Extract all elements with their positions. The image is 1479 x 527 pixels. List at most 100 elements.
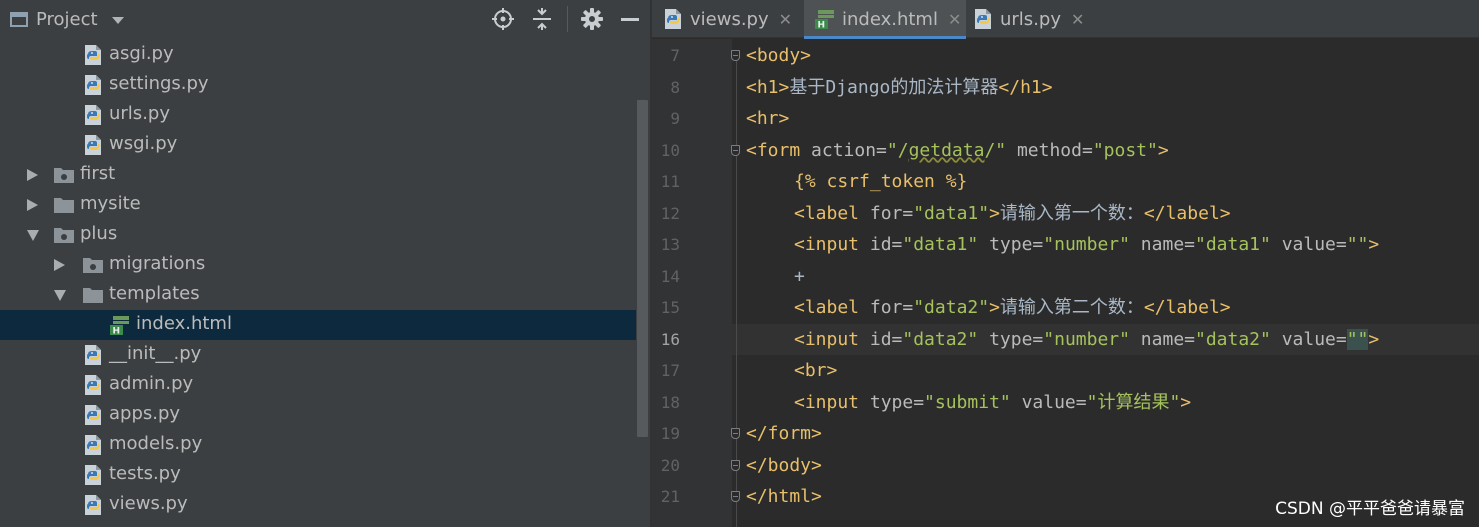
close-icon[interactable]: ✕ <box>1071 10 1084 29</box>
tree-item[interactable]: views.py <box>0 490 636 520</box>
python-file-icon <box>82 434 104 456</box>
code-token: <input <box>794 328 870 350</box>
line-number: 14 <box>660 266 680 286</box>
code-token: </label> <box>1143 202 1231 224</box>
line-number: 12 <box>660 203 680 223</box>
code-line[interactable]: </form> <box>746 418 822 449</box>
tab-urls-py[interactable]: urls.py ✕ <box>972 0 1088 38</box>
code-token: method= <box>1006 139 1093 161</box>
code-token: value= <box>1270 234 1347 255</box>
code-line[interactable]: </html> <box>746 481 822 512</box>
tree-item[interactable]: admin.py <box>0 370 636 400</box>
python-file-icon <box>82 134 104 156</box>
code-token: </html> <box>746 486 822 507</box>
code-token: "data2" <box>913 297 990 318</box>
code-token: "number" <box>1043 234 1130 255</box>
code-line[interactable]: <hr> <box>746 103 789 134</box>
code-token: action= <box>811 139 887 161</box>
code-line[interactable]: <input id="data2" type="number" name="da… <box>794 324 1379 355</box>
close-icon[interactable]: ✕ <box>948 10 961 29</box>
python-file-icon <box>82 344 104 366</box>
code-line[interactable]: <body> <box>746 40 811 71</box>
chevron-down-icon[interactable] <box>111 16 124 24</box>
watermark: CSDN @平平爸爸请暴富 <box>1275 499 1465 519</box>
fold-icon[interactable] <box>731 144 740 156</box>
code-token: type= <box>978 328 1044 350</box>
code-line[interactable]: <label for="data2">请输入第二个数：</label> <box>794 292 1231 323</box>
tree-item[interactable]: settings.py <box>0 70 636 100</box>
code-token: <hr> <box>746 108 790 129</box>
line-number: 10 <box>660 140 680 160</box>
code-token: value= <box>1010 391 1087 413</box>
tree-item[interactable]: mysite <box>0 190 636 220</box>
tree-item[interactable]: apps.py <box>0 400 636 430</box>
line-number: 11 <box>660 172 680 191</box>
tree-item-label: first <box>80 163 116 184</box>
code-line[interactable]: <label for="data1">请输入第一个数：</label> <box>794 198 1231 229</box>
tree-item[interactable]: tests.py <box>0 460 636 490</box>
code-line[interactable]: {% csrf_token %} <box>794 166 967 197</box>
python-file-icon <box>82 404 104 426</box>
code-token: "data1" <box>1195 234 1271 255</box>
code-token: <input <box>794 391 870 413</box>
code-line[interactable]: <br> <box>794 355 837 386</box>
tree-item-label: asgi.py <box>109 43 174 64</box>
tab-bar: views.py ✕ Hindex.html ✕ urls.py ✕ <box>652 0 1479 39</box>
code-token: 请输入第二个数： <box>999 297 1144 318</box>
crosshair-icon[interactable] <box>492 8 514 30</box>
code-token: /" <box>984 139 1007 161</box>
tree-item[interactable]: Hindex.html <box>0 310 636 340</box>
minimize-icon[interactable] <box>619 8 641 30</box>
line-number: 20 <box>660 455 680 475</box>
tree-item[interactable]: plus <box>0 220 636 250</box>
tree-item[interactable]: models.py <box>0 430 636 460</box>
code-line[interactable]: <input type="submit" value="计算结果"> <box>794 387 1191 418</box>
tree-item[interactable]: templates <box>0 280 636 310</box>
code-token: </label> <box>1143 297 1231 318</box>
tree-item[interactable]: asgi.py <box>0 40 636 70</box>
python-file-icon <box>82 464 104 486</box>
code-token: "计算结果" <box>1086 391 1181 413</box>
line-number: 16 <box>660 329 680 349</box>
tab-views-py[interactable]: views.py ✕ <box>662 0 802 38</box>
fold-icon[interactable] <box>731 459 740 471</box>
collapse-all-icon[interactable] <box>531 8 553 30</box>
tree-item-label: settings.py <box>109 73 209 94</box>
code-line[interactable]: <input id="data1" type="number" name="da… <box>794 229 1379 260</box>
tree-item-label: models.py <box>109 433 203 454</box>
tree-item[interactable]: wsgi.py <box>0 130 636 160</box>
chevron-down-icon[interactable] <box>54 290 66 301</box>
package-folder-icon <box>53 164 75 186</box>
line-number: 13 <box>660 235 680 254</box>
fold-icon[interactable] <box>731 491 740 502</box>
tree-item[interactable]: first <box>0 160 636 190</box>
code-token: <h1> <box>746 76 790 98</box>
chevron-down-icon[interactable] <box>27 230 39 241</box>
code-line[interactable]: </body> <box>746 450 822 481</box>
chevron-right-icon[interactable] <box>27 169 38 181</box>
python-file-icon <box>662 8 684 30</box>
line-number: 19 <box>660 424 680 443</box>
tree-item[interactable]: migrations <box>0 250 636 280</box>
tab-index-html[interactable]: Hindex.html ✕ <box>804 0 966 39</box>
code-line[interactable]: <form action="/getdata/" method="post"> <box>746 135 1169 166</box>
tree-item[interactable]: __init__.py <box>0 340 636 370</box>
gear-icon[interactable] <box>581 8 603 30</box>
code-line[interactable]: + <box>794 261 805 292</box>
chevron-right-icon[interactable] <box>27 199 38 211</box>
code-token: "/ <box>886 139 909 161</box>
close-icon[interactable]: ✕ <box>779 10 792 29</box>
project-view-selector[interactable]: Project <box>10 7 124 31</box>
code-token: type= <box>978 234 1044 255</box>
tree-item-label: wsgi.py <box>109 133 178 154</box>
code-token: </form> <box>746 423 822 444</box>
chevron-right-icon[interactable] <box>54 259 65 271</box>
svg-text:H: H <box>113 327 121 337</box>
fold-icon[interactable] <box>731 50 740 61</box>
tree-item[interactable]: urls.py <box>0 100 636 130</box>
code-token: 请输入第一个数： <box>999 202 1144 224</box>
fold-icon[interactable] <box>731 428 740 439</box>
code-line[interactable]: <h1>基于Django的加法计算器</h1> <box>746 72 1053 103</box>
tab-label: views.py <box>690 8 769 30</box>
tree-item-label: urls.py <box>109 103 170 124</box>
